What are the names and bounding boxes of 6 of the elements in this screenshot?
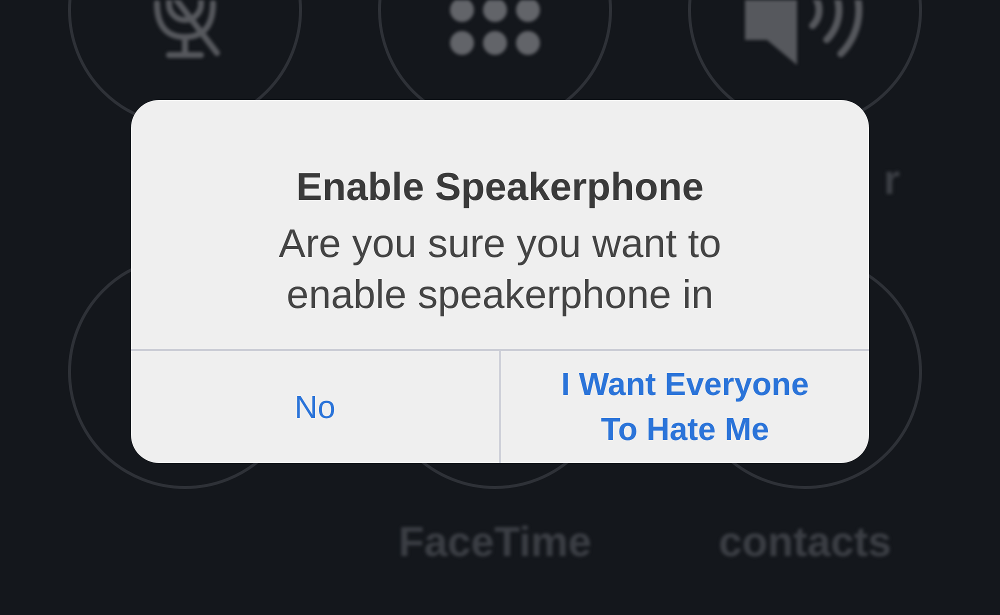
- dialog-title: Enable Speakerphone: [295, 165, 705, 211]
- dialog-message: Are you sure you want to enable speakerphone in: [278, 221, 722, 319]
- speaker-icon: [745, 0, 865, 65]
- dialog-button[interactable]: No: [131, 351, 499, 463]
- keypad-icon: [450, 0, 540, 55]
- dialog-button[interactable]: I Want Everyone To Hate Me: [499, 351, 869, 463]
